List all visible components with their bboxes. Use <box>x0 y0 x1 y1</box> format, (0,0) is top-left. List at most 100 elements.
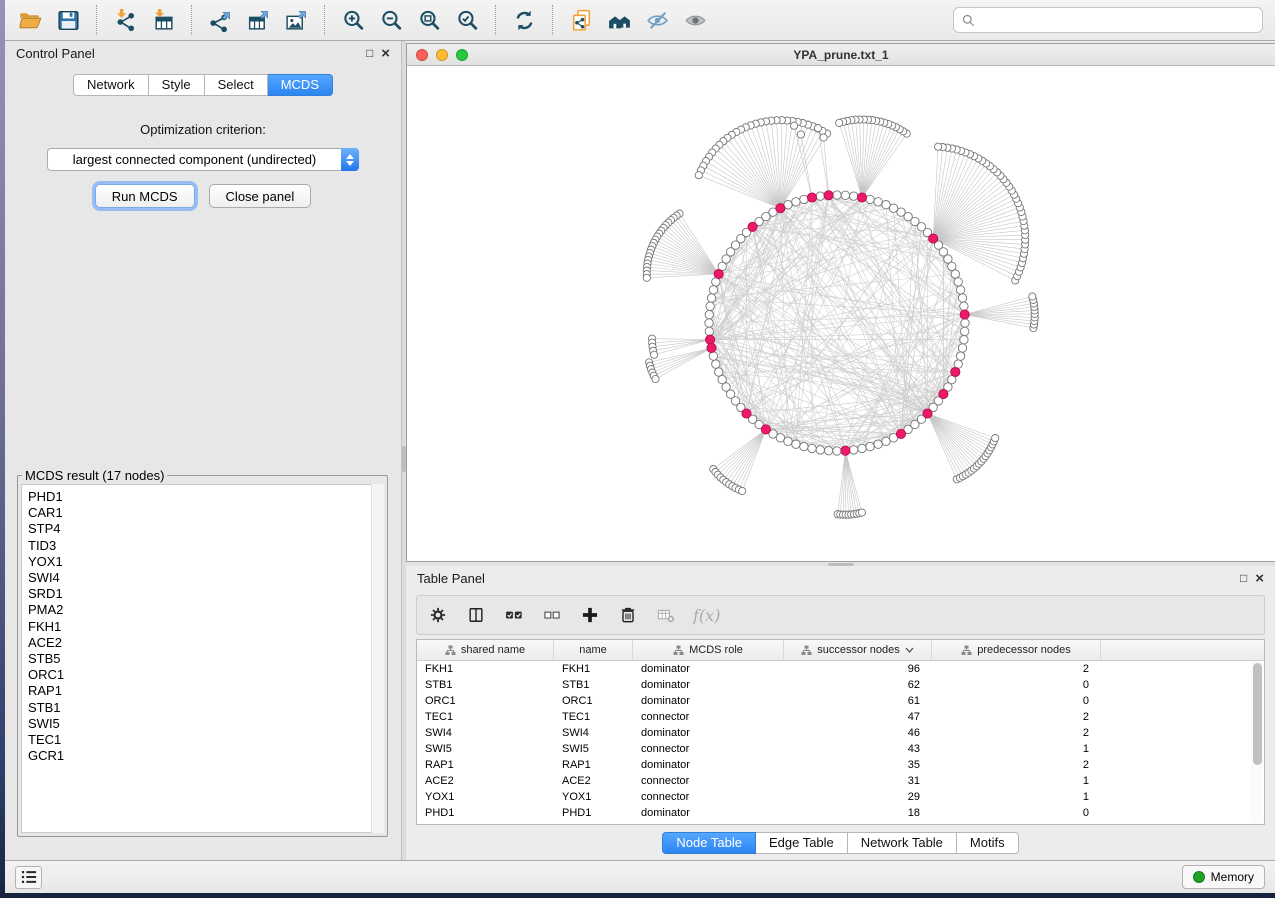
mcds-result-item[interactable]: FKH1 <box>28 619 383 635</box>
delete-table-button[interactable] <box>655 604 677 626</box>
hide-selected-button[interactable] <box>638 4 676 36</box>
mcds-result-item[interactable]: PHD1 <box>28 489 383 505</box>
window-close-button[interactable] <box>416 49 428 61</box>
show-columns-button[interactable] <box>465 604 487 626</box>
horizontal-splitter[interactable] <box>406 562 1275 566</box>
mcds-result-item[interactable]: TEC1 <box>28 732 383 748</box>
table-row[interactable]: ORC1ORC1dominator610 <box>417 693 1264 709</box>
cell-mcds-role: dominator <box>633 695 784 707</box>
cell-successor-nodes: 62 <box>784 679 932 691</box>
mcds-result-item[interactable]: YOX1 <box>28 554 383 570</box>
export-image-button[interactable] <box>277 4 315 36</box>
select-all-button[interactable] <box>503 604 525 626</box>
mcds-result-item[interactable]: PMA2 <box>28 602 383 618</box>
close-panel-button[interactable]: Close panel <box>209 184 312 208</box>
column-header-mcds-role[interactable]: MCDS role <box>633 640 784 660</box>
open-file-button[interactable] <box>11 4 49 36</box>
save-session-button[interactable] <box>49 4 87 36</box>
show-all-button[interactable] <box>676 4 714 36</box>
float-panel-icon[interactable]: □ <box>366 47 373 59</box>
mcds-result-item[interactable]: SWI5 <box>28 716 383 732</box>
zoom-fit-button[interactable] <box>410 4 448 36</box>
table-options-button[interactable] <box>427 604 449 626</box>
mcds-result-item[interactable]: CAR1 <box>28 505 383 521</box>
tab-network[interactable]: Network <box>73 74 149 96</box>
cell-successor-nodes: 46 <box>784 727 932 739</box>
mcds-result-item[interactable]: STP4 <box>28 521 383 537</box>
search-input[interactable] <box>981 12 1254 28</box>
tab-motifs[interactable]: Motifs <box>957 832 1019 854</box>
delete-column-button[interactable] <box>617 604 639 626</box>
mcds-result-item[interactable]: TID3 <box>28 538 383 554</box>
float-panel-icon[interactable]: □ <box>1240 572 1247 584</box>
cell-predecessor-nodes: 2 <box>932 759 1101 771</box>
table-row[interactable]: RAP1RAP1dominator352 <box>417 757 1264 773</box>
column-header-shared-name[interactable]: shared name <box>417 640 554 660</box>
table-panel: Table Panel □ × <box>406 566 1275 860</box>
mcds-result-item[interactable]: ACE2 <box>28 635 383 651</box>
vertical-splitter[interactable] <box>401 41 406 860</box>
import-network-button[interactable] <box>106 4 144 36</box>
cell-mcds-role: dominator <box>633 727 784 739</box>
export-network-button[interactable] <box>201 4 239 36</box>
function-builder-icon[interactable]: f(x) <box>693 606 720 625</box>
table-row[interactable]: FKH1FKH1dominator962 <box>417 661 1264 677</box>
table-row[interactable]: ACE2ACE2connector311 <box>417 773 1264 789</box>
mcds-result-item[interactable]: GCR1 <box>28 748 383 764</box>
import-table-button[interactable] <box>144 4 182 36</box>
first-neighbors-button[interactable] <box>600 4 638 36</box>
splitter-handle[interactable] <box>828 563 854 566</box>
table-row[interactable]: STB1STB1dominator620 <box>417 677 1264 693</box>
mcds-result-item[interactable]: RAP1 <box>28 683 383 699</box>
close-panel-icon[interactable]: × <box>381 46 390 61</box>
mcds-result-item[interactable]: SRD1 <box>28 586 383 602</box>
table-row[interactable]: YOX1YOX1connector291 <box>417 789 1264 805</box>
tab-mcds[interactable]: MCDS <box>268 74 333 96</box>
add-column-button[interactable] <box>579 604 601 626</box>
table-scrollbar-thumb[interactable] <box>1253 663 1262 765</box>
window-minimize-button[interactable] <box>436 49 448 61</box>
memory-button[interactable]: Memory <box>1182 865 1265 889</box>
optimization-criterion-select[interactable]: largest connected component (undirected) <box>47 148 359 171</box>
refresh-layout-button[interactable] <box>505 4 543 36</box>
tab-style[interactable]: Style <box>149 74 205 96</box>
task-history-button[interactable] <box>15 866 42 889</box>
tab-edge-table[interactable]: Edge Table <box>756 832 848 854</box>
search-box <box>953 7 1263 33</box>
toolbar-separator <box>191 5 192 35</box>
zoom-selected-button[interactable] <box>448 4 486 36</box>
cell-successor-nodes: 96 <box>784 663 932 675</box>
column-header-name[interactable]: name <box>554 640 633 660</box>
tab-network-table[interactable]: Network Table <box>848 832 957 854</box>
column-header-successor-nodes[interactable]: successor nodes <box>784 640 932 660</box>
network-title: YPA_prune.txt_1 <box>407 48 1275 62</box>
close-panel-icon[interactable]: × <box>1255 571 1264 586</box>
zoom-in-button[interactable] <box>334 4 372 36</box>
mcds-result-item[interactable]: ORC1 <box>28 667 383 683</box>
mcds-result-item[interactable]: STB5 <box>28 651 383 667</box>
window-zoom-button[interactable] <box>456 49 468 61</box>
deselect-all-button[interactable] <box>541 604 563 626</box>
network-canvas[interactable] <box>407 66 1275 561</box>
splitter-handle[interactable] <box>402 446 406 472</box>
table-row[interactable]: SWI4SWI4dominator462 <box>417 725 1264 741</box>
tab-node-table[interactable]: Node Table <box>662 832 756 854</box>
mcds-result-item[interactable]: SWI4 <box>28 570 383 586</box>
table-row[interactable]: PHD1PHD1dominator180 <box>417 805 1264 821</box>
tab-select[interactable]: Select <box>205 74 268 96</box>
mcds-list-scrollbar[interactable] <box>371 484 384 833</box>
table-row[interactable]: TEC1TEC1connector472 <box>417 709 1264 725</box>
zoom-out-button[interactable] <box>372 4 410 36</box>
cell-mcds-role: connector <box>633 743 784 755</box>
dominator-node <box>748 222 757 231</box>
open-folder-icon <box>18 8 43 33</box>
memory-label: Memory <box>1211 870 1254 884</box>
duplicate-network-button[interactable] <box>562 4 600 36</box>
table-scrollbar[interactable] <box>1251 661 1263 823</box>
mcds-result-item[interactable]: STB1 <box>28 700 383 716</box>
export-table-button[interactable] <box>239 4 277 36</box>
cell-name: RAP1 <box>554 759 633 771</box>
column-header-predecessor-nodes[interactable]: predecessor nodes <box>932 640 1101 660</box>
run-mcds-button[interactable]: Run MCDS <box>95 184 195 208</box>
table-row[interactable]: SWI5SWI5connector431 <box>417 741 1264 757</box>
